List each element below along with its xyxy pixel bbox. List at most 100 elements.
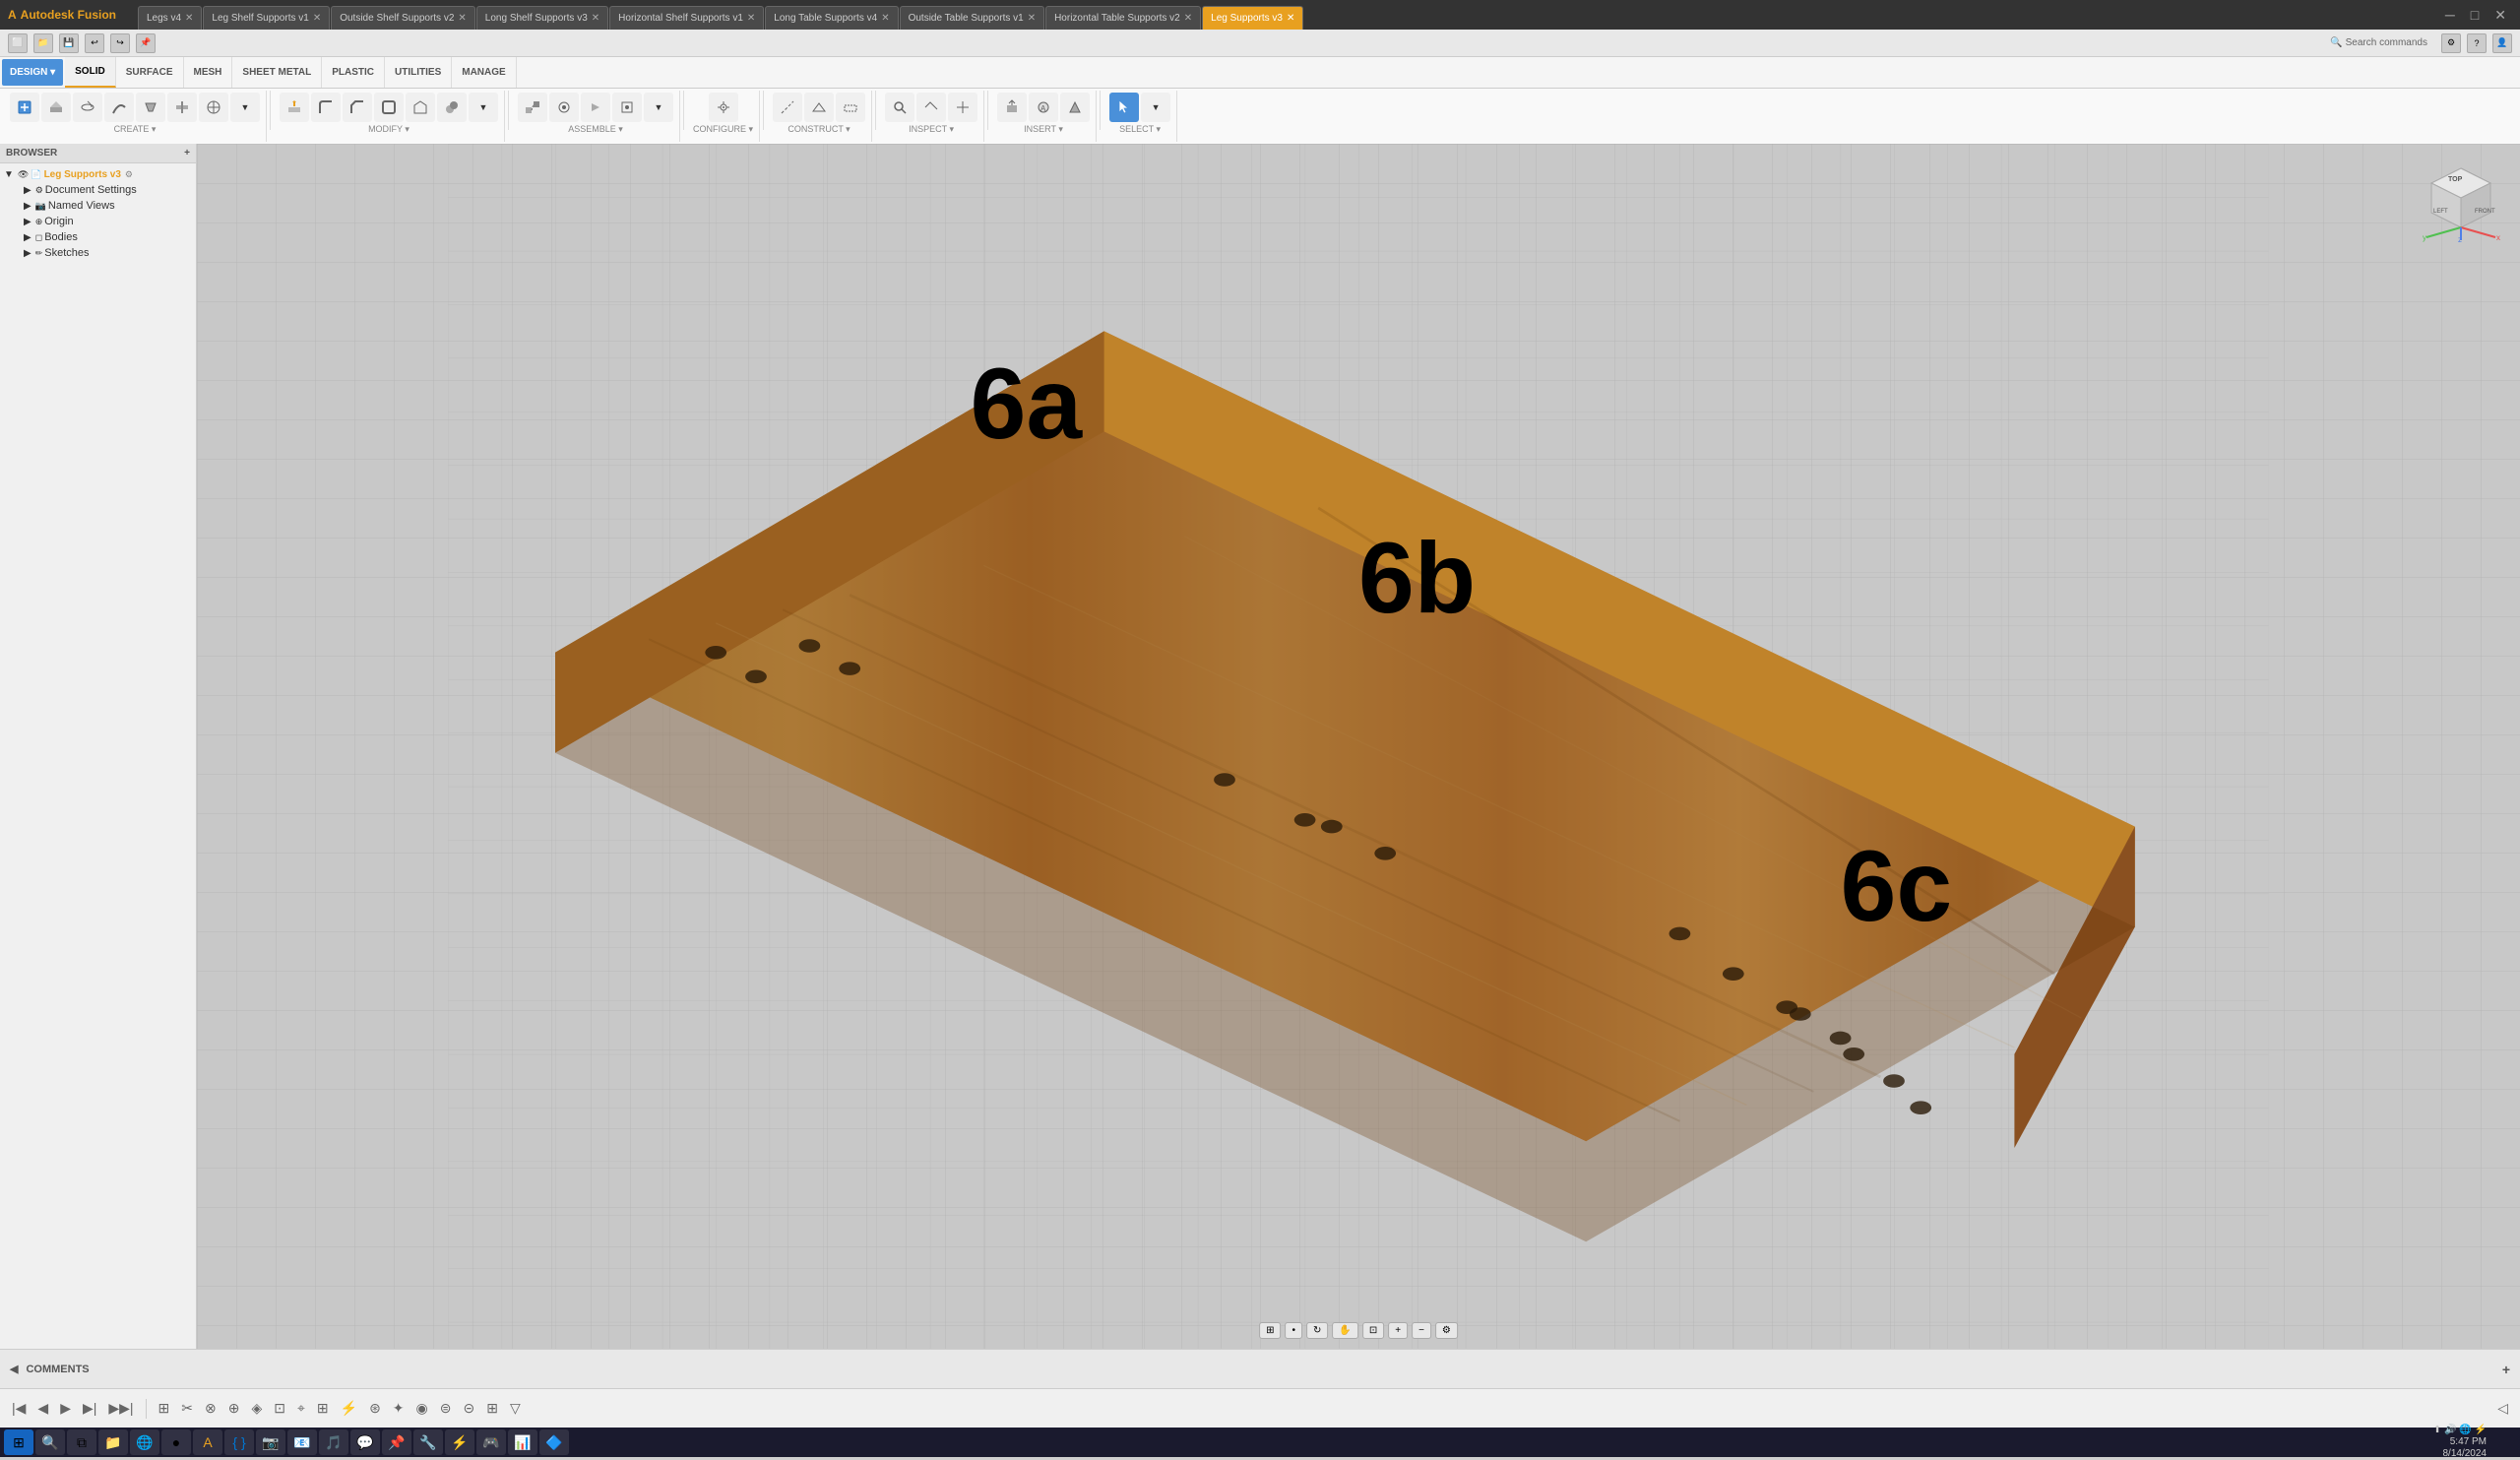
configure-btn[interactable] [709,93,738,122]
tab-manage[interactable]: MANAGE [452,57,516,88]
new-component-btn[interactable] [10,93,39,122]
browser-item-doc-settings[interactable]: ▶ ⚙ Document Settings [0,182,196,198]
extrude-btn[interactable] [41,93,71,122]
bottom-tool15[interactable]: ⊞ [482,1398,502,1419]
tab-close-horizontal-shelf-supports-v1[interactable]: ✕ [747,13,755,24]
task-view[interactable]: ⧉ [67,1429,96,1455]
browser-item-sketches[interactable]: ▶ ✏ Sketches [0,245,196,261]
bottom-tool6[interactable]: ⊡ [270,1398,289,1419]
bottom-tool8[interactable]: ⊞ [313,1398,333,1419]
bottom-tool1[interactable]: ⊞ [155,1398,174,1419]
tab-close-leg-supports-v3[interactable]: ✕ [1287,13,1294,24]
bottom-tool11[interactable]: ✦ [389,1398,409,1419]
misc-app6[interactable]: 🔧 [413,1429,443,1455]
maximize-button[interactable]: □ [2465,5,2485,25]
combine-btn[interactable] [437,93,467,122]
tab-leg-supports-v3[interactable]: Leg Supports v3✕ [1202,6,1303,30]
tab-outside-shelf-supports-v2[interactable]: Outside Shelf Supports v2✕ [331,6,475,30]
assemble-btn3[interactable] [581,93,610,122]
view-cube[interactable]: TOP LEFT FRONT x y z [2422,163,2500,242]
window-controls[interactable]: ─ □ ✕ [2439,5,2520,26]
tab-close-leg-shelf-supports-v1[interactable]: ✕ [313,13,321,24]
bottom-tool5[interactable]: ◈ [247,1398,266,1419]
browser-item-bodies[interactable]: ▶ ◻ Bodies [0,229,196,245]
comments-add[interactable]: + [2502,1362,2510,1377]
misc-app5[interactable]: 📌 [382,1429,411,1455]
misc-app1[interactable]: 📷 [256,1429,285,1455]
minimize-button[interactable]: ─ [2439,5,2461,25]
tab-outside-table-supports-v1[interactable]: Outside Table Supports v1✕ [900,6,1045,30]
bottom-tool3[interactable]: ⊗ [201,1398,220,1419]
bottom-tool16[interactable]: ▽ [506,1398,525,1419]
tab-plastic[interactable]: PLASTIC [322,57,385,88]
save-button[interactable]: 💾 [59,33,79,53]
bottom-tool2[interactable]: ✂ [177,1398,197,1419]
bottom-tool14[interactable]: ⊝ [459,1398,478,1419]
browser-item-origin[interactable]: ▶ ⊕ Origin [0,214,196,229]
start-button[interactable]: ⊞ [4,1429,33,1455]
shell-btn[interactable] [374,93,404,122]
search-taskbar[interactable]: 🔍 [35,1429,65,1455]
assemble-btn4[interactable] [612,93,642,122]
tab-sheet-metal[interactable]: SHEET METAL [232,57,322,88]
playback-start[interactable]: |◀ [8,1398,30,1419]
tab-close-long-shelf-supports-v3[interactable]: ✕ [592,13,599,24]
zoom-in-btn[interactable]: + [1388,1322,1408,1339]
open-button[interactable]: 📁 [33,33,53,53]
tab-long-shelf-supports-v3[interactable]: Long Shelf Supports v3✕ [476,6,608,30]
file-explorer[interactable]: 📁 [98,1429,128,1455]
bottom-tool4[interactable]: ⊕ [224,1398,244,1419]
bottom-tool12[interactable]: ◉ [412,1398,432,1419]
tab-leg-shelf-supports-v1[interactable]: Leg Shelf Supports v1✕ [203,6,330,30]
viewport[interactable]: 6a 6b 6c TOP LEFT FRONT x y [197,144,2520,1349]
tab-close-legs-v4[interactable]: ✕ [185,13,193,24]
misc-app10[interactable]: 🔷 [539,1429,569,1455]
misc-app8[interactable]: 🎮 [476,1429,506,1455]
browser-item-root[interactable]: ▼ 👁 📄 Leg Supports v3 ⚙ [0,167,196,182]
misc-app4[interactable]: 💬 [350,1429,380,1455]
browser-add-icon[interactable]: + [184,148,190,159]
revolve-btn[interactable] [73,93,102,122]
new-button[interactable]: ⬜ [8,33,28,53]
pin-button[interactable]: 📌 [136,33,156,53]
root-settings-icon[interactable]: ⚙ [125,169,133,180]
zoom-fit-btn[interactable]: ⊡ [1362,1322,1384,1339]
select-btn[interactable] [1109,93,1139,122]
comments-toggle[interactable]: ◀ [10,1363,18,1375]
tab-legs-v4[interactable]: Legs v4✕ [138,6,202,30]
tab-close-outside-shelf-supports-v2[interactable]: ✕ [458,13,466,24]
tab-long-table-supports-v4[interactable]: Long Table Supports v4✕ [765,6,898,30]
help-search[interactable]: 🔍 Search commands [2330,37,2427,48]
rib-btn[interactable] [167,93,197,122]
vscode[interactable]: { } [224,1429,254,1455]
playback-end[interactable]: ▶▶| [104,1398,137,1419]
edge-browser[interactable]: 🌐 [130,1429,159,1455]
web-btn[interactable] [199,93,228,122]
tab-horizontal-table-supports-v2[interactable]: Horizontal Table Supports v2✕ [1045,6,1201,30]
inspect-btn1[interactable] [885,93,914,122]
more-select-btn[interactable]: ▼ [1141,93,1170,122]
more-create-btn[interactable]: ▼ [230,93,260,122]
undo-button[interactable]: ↩ [85,33,104,53]
browser-item-named-views[interactable]: ▶ 📷 Named Views [0,198,196,214]
playback-next[interactable]: ▶| [79,1398,100,1419]
snap-toggle[interactable]: • [1285,1322,1302,1339]
misc-app3[interactable]: 🎵 [319,1429,348,1455]
chamfer-btn[interactable] [343,93,372,122]
tab-solid[interactable]: SOLID [65,57,116,88]
misc-app9[interactable]: 📊 [508,1429,537,1455]
inspect-btn2[interactable] [916,93,946,122]
bottom-tool10[interactable]: ⊛ [365,1398,385,1419]
loft-btn[interactable] [136,93,165,122]
close-button[interactable]: ✕ [2488,5,2512,26]
design-mode-selector[interactable]: DESIGN ▾ [2,59,63,86]
construct-btn1[interactable] [773,93,802,122]
bottom-tool13[interactable]: ⊜ [436,1398,456,1419]
misc-app7[interactable]: ⚡ [445,1429,474,1455]
zoom-out-btn[interactable]: − [1412,1322,1431,1339]
insert-btn2[interactable]: A [1029,93,1058,122]
assemble-btn2[interactable] [549,93,579,122]
pan-btn[interactable]: ✋ [1332,1322,1357,1339]
bottom-tool7[interactable]: ⌖ [293,1398,309,1419]
construct-btn2[interactable] [804,93,834,122]
